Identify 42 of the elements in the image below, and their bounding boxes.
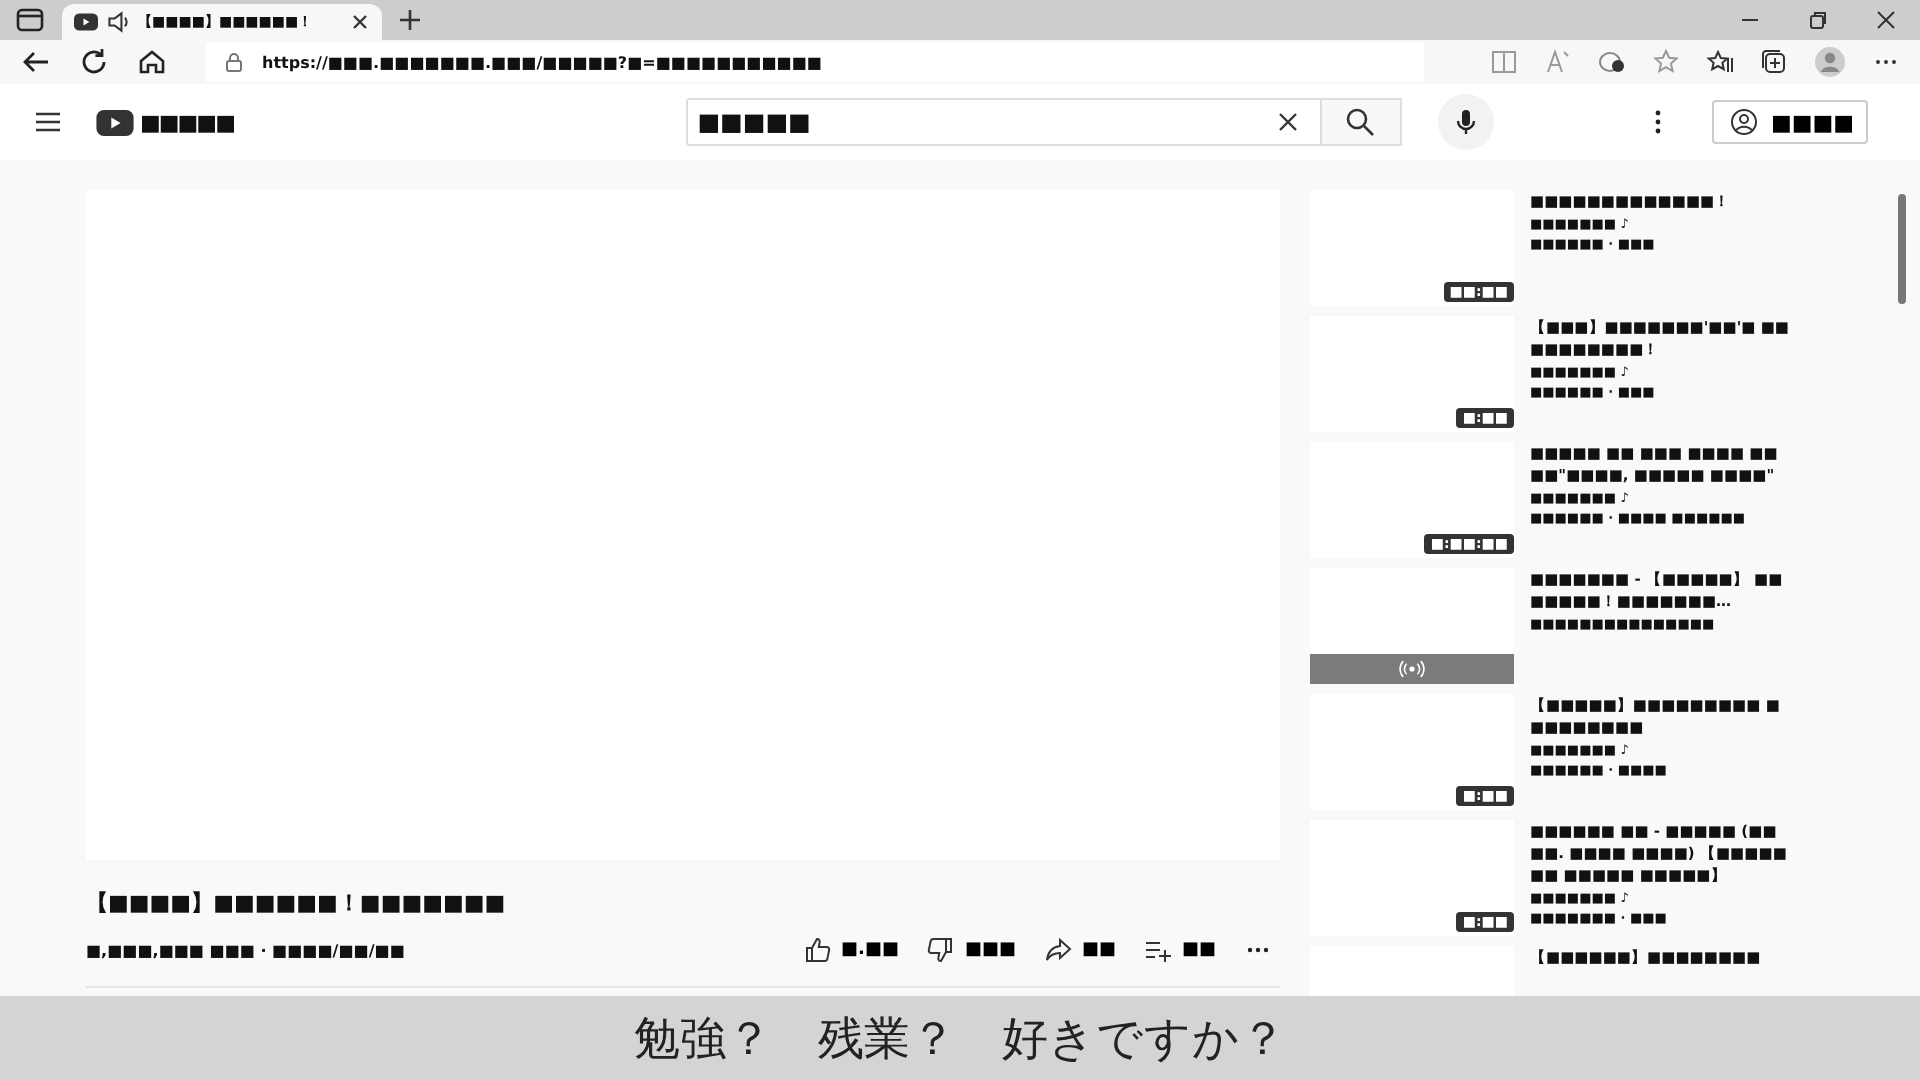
subtitle-text: 勉強？ 残業？ 好きですか？ [634,1011,1286,1069]
search-button[interactable] [1321,98,1402,146]
thumbs-down-icon [926,936,955,964]
share-arrow-icon [1043,936,1072,964]
account-icon [1730,108,1759,136]
sign-in-button[interactable]: ■■■■ [1712,100,1869,144]
logo-text[interactable]: ■■■■■ [140,109,234,135]
speaker-icon[interactable] [106,10,130,34]
save-button[interactable]: ■■ [1143,936,1216,964]
refresh-icon[interactable] [78,46,110,78]
favorites-icon[interactable] [1706,48,1734,76]
tab-actions-icon[interactable] [14,4,46,36]
scrollbar-thumb[interactable] [1898,194,1906,304]
play-logo-icon[interactable] [96,109,134,135]
video-title: 【■■■■】■■■■■■！■■■■■■■ [86,888,508,918]
thumbs-up-icon [803,936,832,964]
microphone-icon [1451,108,1480,136]
extension-icon[interactable] [1598,48,1626,76]
live-broadcast-icon [1398,660,1426,678]
address-field[interactable]: https://■■■.■■■■■■■.■■■/■■■■■?■=■■■■■■■■■■■ [206,42,1424,82]
lock-icon [222,50,246,74]
close-icon[interactable] [350,12,370,32]
add-to-playlist-icon [1143,936,1172,964]
search-field[interactable]: ■■■■■ [685,98,1322,146]
video-thumbnail[interactable] [1310,568,1514,684]
split-screen-icon[interactable] [1490,48,1518,76]
dislike-button[interactable]: ■■■ [926,936,1016,964]
new-tab-icon[interactable] [398,8,422,32]
read-aloud-icon[interactable] [1544,48,1572,76]
profile-avatar-icon[interactable] [1814,46,1846,78]
favorite-star-icon[interactable] [1652,48,1680,76]
clear-icon[interactable] [1275,110,1300,134]
collections-icon[interactable] [1760,48,1788,76]
restore-icon[interactable] [1808,10,1828,30]
home-icon[interactable] [136,46,168,78]
video-icon [74,10,98,34]
search-icon [1344,106,1377,138]
close-icon[interactable] [1876,10,1896,30]
like-button[interactable]: ■.■■ [803,936,899,964]
video-meta: ■,■■■,■■■ ■■■ · ■■■■/■■/■■ [86,941,405,959]
share-button[interactable]: ■■ [1043,936,1116,964]
voice-search-button[interactable] [1437,94,1494,150]
